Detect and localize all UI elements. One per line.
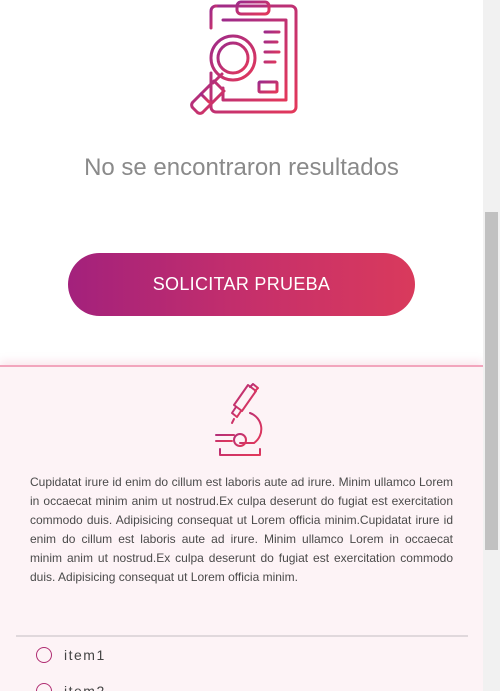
request-test-button[interactable]: SOLICITAR PRUEBA — [68, 253, 415, 316]
item-label: item2 — [64, 683, 106, 691]
info-description: Cupidatat irure id enim do cillum est la… — [30, 475, 453, 584]
scrollbar-thumb[interactable] — [485, 212, 498, 550]
divider — [16, 635, 468, 637]
info-panel: Cupidatat irure id enim do cillum est la… — [0, 365, 483, 691]
list-item[interactable]: item2 — [36, 679, 106, 691]
page-content: No se encontraron resultados SOLICITAR P… — [0, 0, 483, 691]
radio-button[interactable] — [36, 647, 52, 663]
vertical-scrollbar[interactable] — [483, 0, 500, 691]
no-results-message: No se encontraron resultados — [84, 154, 399, 181]
item-label: item1 — [64, 647, 106, 663]
clipboard-search-icon — [190, 0, 298, 115]
microscope-icon — [215, 383, 263, 456]
radio-button[interactable] — [36, 683, 52, 691]
list-item[interactable]: item1 — [36, 643, 106, 667]
